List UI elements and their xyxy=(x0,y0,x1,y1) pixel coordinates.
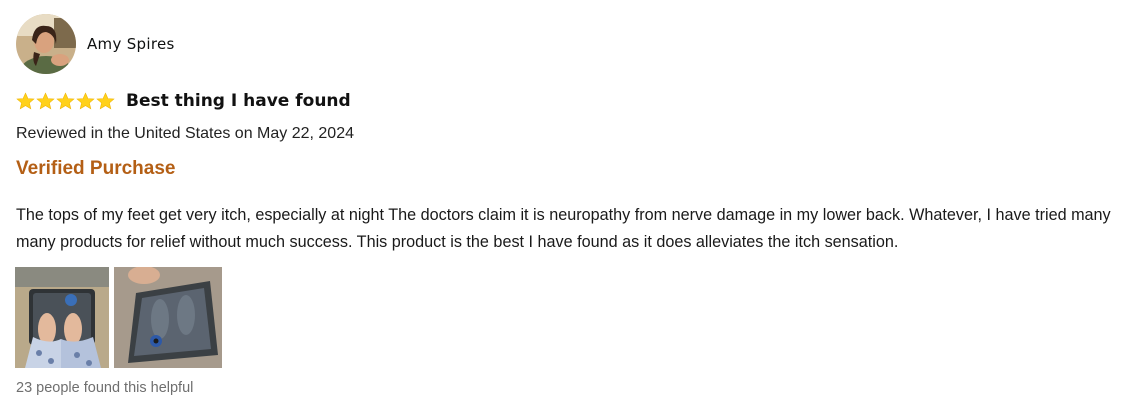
review-image-thumbnail[interactable] xyxy=(15,267,109,368)
verified-purchase-badge: Verified Purchase xyxy=(16,158,176,179)
review-title[interactable]: Best thing I have found xyxy=(126,91,351,111)
star-icon xyxy=(96,91,115,109)
review-date: Reviewed in the United States on May 22,… xyxy=(16,125,354,142)
helpful-count: 23 people found this helpful xyxy=(16,380,194,396)
profile-photo-icon xyxy=(16,14,76,74)
review-body: The tops of my feet get very itch, espec… xyxy=(16,206,1111,251)
massager-mat-photo-icon xyxy=(114,267,222,368)
review-card: Amy Spires Best thing I have found Revie… xyxy=(0,0,1148,411)
review-title-row: Best thing I have found xyxy=(16,89,351,113)
star-icon xyxy=(76,91,95,109)
star-icon xyxy=(36,91,55,109)
reviewer-profile[interactable]: Amy Spires xyxy=(16,14,175,74)
reviewer-name[interactable]: Amy Spires xyxy=(87,35,175,53)
avatar[interactable] xyxy=(16,14,76,74)
star-rating[interactable] xyxy=(16,91,115,111)
review-images xyxy=(15,267,222,368)
feet-on-massager-photo-icon xyxy=(15,267,109,368)
star-icon xyxy=(56,91,75,109)
review-image-thumbnail[interactable] xyxy=(114,267,222,368)
star-icon xyxy=(16,91,35,109)
